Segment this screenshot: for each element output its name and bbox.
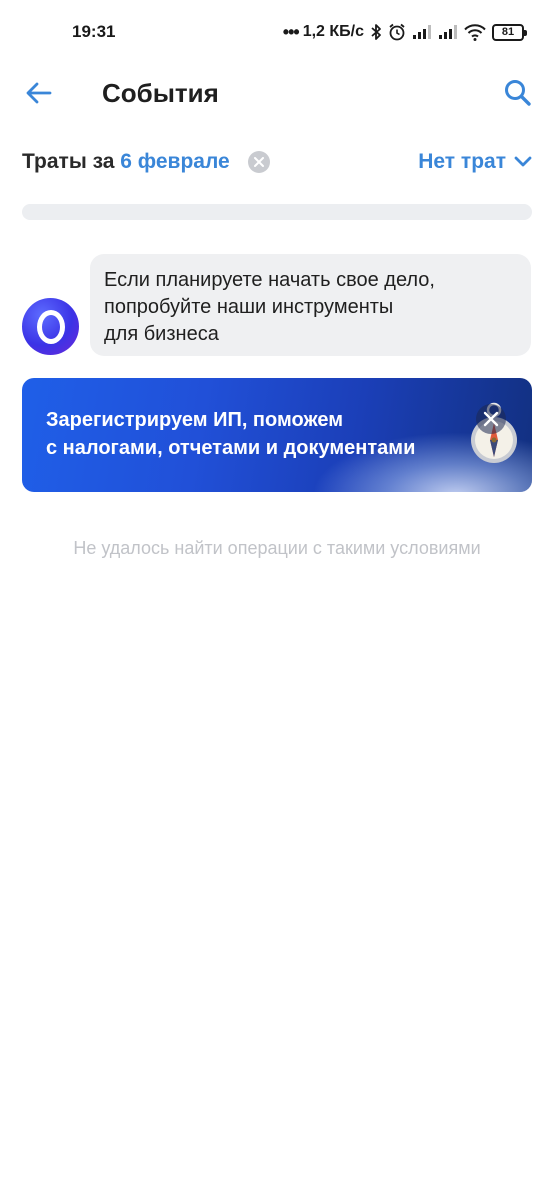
status-time: 19:31 — [72, 22, 116, 41]
search-button[interactable] — [502, 77, 534, 109]
search-icon — [505, 80, 531, 106]
loading-skeleton — [22, 204, 532, 220]
chevron-down-icon — [514, 156, 532, 167]
empty-state-message: Не удалось найти операции с такими услов… — [73, 538, 481, 558]
expense-type-label: Нет трат — [418, 150, 506, 173]
promo-line: с налогами, отчетами и документами — [46, 437, 416, 459]
business-promo-banner[interactable]: Зарегистрируем ИП, поможем с налогами, о… — [22, 378, 532, 492]
app-bar: События — [0, 64, 554, 122]
status-indicators: ••• 1,2 КБ/с 81 — [282, 20, 527, 44]
filter-date[interactable]: 6 феврале — [120, 150, 229, 173]
network-speed: 1,2 КБ/с — [302, 23, 364, 40]
period-filter[interactable]: Траты за 6 феврале — [22, 150, 230, 174]
events-screen: 19:31 ••• 1,2 КБ/с 81 События Траты за 6… — [0, 0, 554, 1200]
bluetooth-icon — [371, 24, 381, 40]
chat-message: Если планируете начать свое дело, попроб… — [90, 254, 531, 356]
signal-icon — [439, 25, 457, 39]
battery-icon: 81 — [492, 23, 527, 41]
assistant-logo-icon — [36, 309, 65, 344]
promo-text: Зарегистрируем ИП, поможем с налогами, о… — [46, 406, 476, 462]
chat-line: для бизнеса — [104, 323, 219, 345]
arrow-left-icon — [26, 82, 52, 104]
close-icon — [254, 157, 264, 167]
alarm-icon — [389, 23, 405, 41]
filter-row: Траты за 6 феврале Нет трат — [22, 148, 532, 178]
back-button[interactable] — [24, 78, 54, 108]
assistant-avatar — [22, 298, 79, 355]
close-icon — [483, 411, 499, 427]
expense-type-dropdown[interactable]: Нет трат — [418, 150, 532, 174]
chat-line: Если планируете начать свое дело, — [104, 269, 435, 291]
signal-icon — [413, 25, 431, 39]
chat-line: попробуйте наши инструменты — [104, 296, 394, 318]
status-bar: 19:31 ••• 1,2 КБ/с 81 — [0, 0, 554, 64]
notification-dots: ••• — [282, 21, 300, 42]
wifi-icon — [464, 23, 486, 41]
clear-date-button[interactable] — [248, 151, 270, 173]
page-title: События — [102, 78, 219, 108]
promo-line: Зарегистрируем ИП, поможем — [46, 409, 344, 431]
close-banner-button[interactable] — [476, 404, 506, 434]
filter-prefix: Траты за — [22, 150, 121, 173]
